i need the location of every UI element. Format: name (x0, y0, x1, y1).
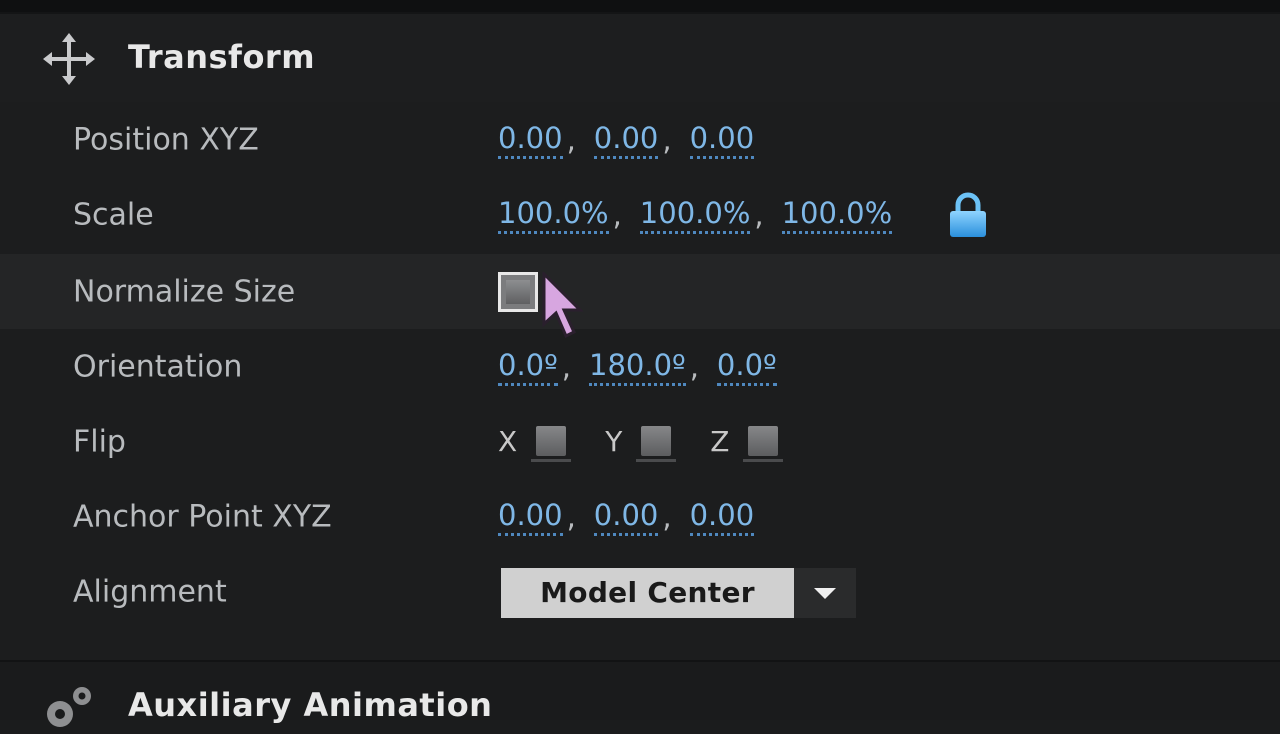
flip-y-label: Y (605, 425, 623, 458)
orientation-label: Orientation (73, 349, 243, 384)
flip-z-label: Z (710, 425, 730, 458)
anchor-point-row: Anchor Point XYZ 0.00 , 0.00 , 0.00 (0, 479, 1280, 554)
orientation-z-value[interactable]: 0.0º (716, 348, 777, 386)
scale-values: 100.0% , 100.0% , 100.0% (498, 192, 988, 238)
flip-z-group: Z (710, 421, 784, 462)
alignment-dropdown[interactable]: Model Center (501, 568, 856, 618)
scale-label: Scale (73, 197, 154, 232)
alignment-label: Alignment (73, 574, 227, 609)
orientation-x-value[interactable]: 0.0º (498, 348, 558, 386)
flip-x-label: X (498, 425, 518, 458)
value-separator: , (662, 499, 672, 534)
flip-label: Flip (73, 424, 126, 459)
dropdown-arrow-button[interactable] (794, 568, 856, 618)
anchor-point-values: 0.00 , 0.00 , 0.00 (498, 498, 755, 536)
auxiliary-animation-header[interactable]: Auxiliary Animation (0, 660, 1280, 727)
normalize-size-checkbox[interactable] (498, 271, 538, 312)
anchor-y-value[interactable]: 0.00 (593, 498, 659, 536)
section-title: Auxiliary Animation (128, 686, 493, 724)
normalize-size-row: Normalize Size (0, 254, 1280, 329)
section-title: Transform (128, 38, 316, 76)
orientation-y-value[interactable]: 180.0º (589, 348, 686, 386)
flip-y-checkbox[interactable] (636, 421, 677, 462)
value-separator: , (689, 349, 699, 384)
position-row: Position XYZ 0.00 , 0.00 , 0.00 (0, 102, 1280, 177)
gears-icon (47, 687, 91, 727)
transform-section-header[interactable]: Transform (0, 12, 1280, 102)
orientation-values: 0.0º , 180.0º , 0.0º (498, 348, 777, 386)
position-values: 0.00 , 0.00 , 0.00 (498, 121, 755, 159)
position-x-value[interactable]: 0.00 (498, 121, 563, 159)
normalize-size-control (498, 271, 538, 312)
position-y-value[interactable]: 0.00 (593, 121, 659, 159)
scale-row: Scale 100.0% , 100.0% , 100.0% (0, 177, 1280, 252)
anchor-z-value[interactable]: 0.00 (689, 498, 755, 536)
scale-x-value[interactable]: 100.0% (498, 196, 609, 234)
position-label: Position XYZ (73, 122, 259, 157)
value-separator: , (566, 499, 576, 534)
mouse-cursor-icon (542, 272, 584, 339)
position-z-value[interactable]: 0.00 (689, 121, 755, 159)
flip-row: Flip X Y Z (0, 404, 1280, 479)
move-arrows-icon (43, 33, 95, 85)
normalize-size-label: Normalize Size (73, 274, 296, 309)
value-separator: , (754, 197, 764, 232)
value-separator: , (566, 122, 576, 157)
flip-controls: X Y Z (498, 421, 817, 462)
value-separator: , (612, 197, 622, 232)
top-bar (0, 0, 1280, 12)
lock-icon[interactable] (948, 192, 988, 238)
flip-x-checkbox[interactable] (531, 421, 572, 462)
anchor-x-value[interactable]: 0.00 (498, 498, 563, 536)
flip-z-checkbox[interactable] (743, 421, 784, 462)
value-separator: , (662, 122, 672, 157)
value-separator: , (561, 349, 572, 384)
scale-y-value[interactable]: 100.0% (639, 196, 751, 234)
alignment-selected-value: Model Center (540, 576, 755, 609)
scale-z-value[interactable]: 100.0% (781, 196, 893, 234)
flip-y-group: Y (605, 421, 677, 462)
flip-x-group: X (498, 421, 572, 462)
anchor-point-label: Anchor Point XYZ (73, 499, 332, 534)
orientation-row: Orientation 0.0º , 180.0º , 0.0º (0, 329, 1280, 404)
chevron-down-icon (814, 588, 836, 599)
